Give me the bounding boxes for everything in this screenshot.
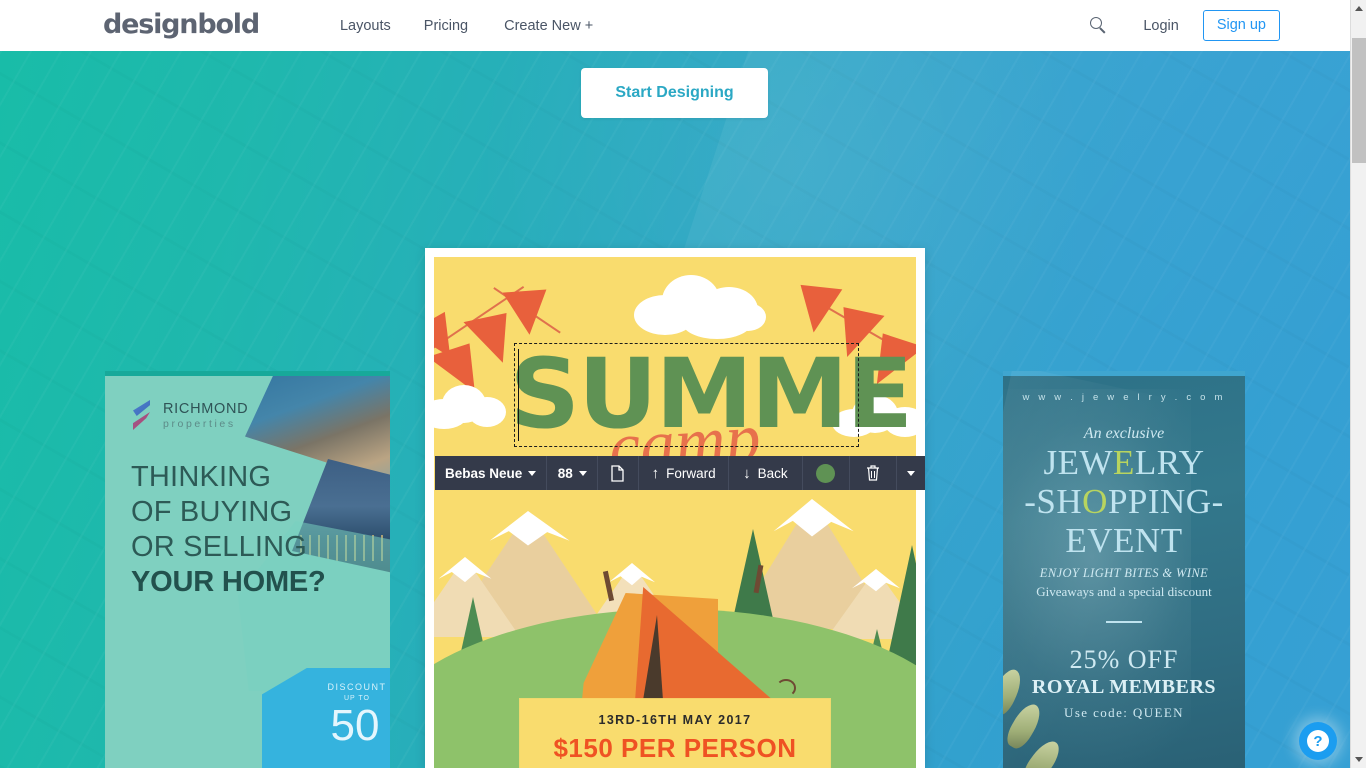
- text-caret: [518, 349, 520, 441]
- jewelry-offer-target: ROYAL MEMBERS: [1031, 675, 1217, 698]
- nav-link-layouts[interactable]: Layouts: [340, 18, 391, 34]
- template-card-richmond[interactable]: RICHMOND properties THINKING OF BUYING O…: [105, 371, 390, 768]
- bunting-flag: [502, 289, 550, 337]
- chevron-down-icon: [578, 470, 587, 476]
- jewelry-url: w w w . j e w e l r y . c o m: [1022, 392, 1226, 403]
- title-seg: LRY: [1134, 443, 1205, 482]
- scrollbar-up-arrow[interactable]: [1351, 0, 1366, 17]
- page-scrollbar[interactable]: [1350, 0, 1366, 768]
- question-mark-icon: ?: [1307, 730, 1329, 752]
- richmond-logo-sub: properties: [163, 417, 236, 430]
- richmond-logo-name: RICHMOND: [163, 400, 249, 417]
- start-designing-button[interactable]: Start Designing: [581, 68, 768, 118]
- color-swatch: [816, 463, 836, 483]
- jewelry-title-line-3: EVENT: [1065, 521, 1183, 560]
- jewelry-content: w w w . j e w e l r y . c o m An exclusi…: [1003, 371, 1245, 721]
- font-family-dropdown[interactable]: Bebas Neue: [435, 456, 548, 490]
- jewelry-offer: 25% OFF: [1069, 644, 1179, 674]
- card-top-bar: [105, 371, 390, 376]
- top-navigation-bar: designbold Layouts Pricing Create New + …: [0, 0, 1350, 51]
- chevron-down-icon: [906, 470, 915, 476]
- headline-line-4: YOUR HOME?: [131, 566, 326, 598]
- title-highlight: O: [1082, 482, 1108, 521]
- headline-line-3: OR SELLING: [131, 531, 308, 563]
- nav-right-group: Login Sign up: [1090, 0, 1280, 51]
- jewelry-sub-1: ENJOY LIGHT BITES & WINE: [1039, 566, 1209, 580]
- template-card-jewelry[interactable]: w w w . j e w e l r y . c o m An exclusi…: [1003, 371, 1245, 768]
- summer-poster[interactable]: camp SUMMER 13RD-16TH MAY 2017 $150 PER …: [434, 257, 916, 768]
- search-icon[interactable]: [1090, 17, 1107, 34]
- scrollbar-down-arrow[interactable]: [1351, 751, 1366, 768]
- scrollbar-thumb[interactable]: [1352, 38, 1366, 163]
- nav-link-pricing[interactable]: Pricing: [424, 18, 468, 34]
- poster-date: 13RD-16TH MAY 2017: [598, 713, 752, 727]
- forward-label: Forward: [666, 465, 716, 481]
- designbold-logo[interactable]: designbold: [103, 11, 260, 38]
- login-link[interactable]: Login: [1143, 18, 1178, 34]
- jewelry-eyebrow: An exclusive: [1083, 425, 1165, 442]
- arrow-down-icon: ↓: [743, 464, 751, 482]
- richmond-logo: RICHMOND properties: [131, 400, 248, 430]
- text-element-toolbar[interactable]: Bebas Neue 88 ↑ Forward ↓ Back: [435, 456, 925, 490]
- duplicate-icon: [611, 464, 624, 482]
- nav-link-create-new[interactable]: Create New +: [504, 18, 593, 34]
- signup-button[interactable]: Sign up: [1202, 10, 1280, 41]
- send-back-button[interactable]: ↓ Back: [729, 456, 803, 490]
- jewelry-title-line-1: JEWELRY: [1003, 443, 1245, 482]
- chevron-down-icon: [528, 470, 537, 476]
- poster-title-text[interactable]: SUMMER: [510, 342, 916, 447]
- text-color-button[interactable]: [803, 456, 850, 490]
- poster-price: $150 PER PERSON: [553, 733, 797, 763]
- trash-icon: [866, 465, 879, 481]
- font-size-dropdown[interactable]: 88: [547, 456, 599, 490]
- badge-line-1: DISCOUNT: [327, 682, 387, 692]
- headline-line-1: THINKING: [131, 461, 272, 493]
- jewelry-promo-code: Use code: QUEEN: [1064, 704, 1184, 720]
- bring-forward-button[interactable]: ↑ Forward: [639, 456, 729, 490]
- title-highlight: E: [1113, 443, 1135, 482]
- richmond-headline: THINKING OF BUYING OR SELLING YOUR HOME?: [131, 460, 326, 600]
- font-size-value: 88: [557, 465, 573, 481]
- jewelry-title-line-2: -SHOPPING-: [1003, 482, 1245, 521]
- bunting-flag: [795, 284, 843, 336]
- title-seg: -SH: [1024, 482, 1083, 521]
- title-seg: JEW: [1043, 443, 1114, 482]
- arrow-up-icon: ↑: [651, 464, 660, 482]
- font-family-value: Bebas Neue: [445, 465, 523, 481]
- headline-line-2: OF BUYING: [131, 496, 293, 528]
- richmond-logo-icon: [131, 400, 154, 430]
- delete-button[interactable]: [850, 456, 897, 490]
- title-seg: PPING-: [1107, 482, 1224, 521]
- design-editor-canvas[interactable]: camp SUMMER 13RD-16TH MAY 2017 $150 PER …: [425, 248, 925, 768]
- back-label: Back: [757, 465, 788, 481]
- jewelry-sub-2: Giveaways and a special discount: [1036, 584, 1212, 599]
- help-button[interactable]: ?: [1299, 722, 1337, 760]
- jewelry-divider: [1106, 621, 1142, 623]
- duplicate-button[interactable]: [598, 456, 640, 490]
- badge-value: 50: [330, 701, 380, 750]
- more-options-button[interactable]: [897, 456, 925, 490]
- poster-banner: 13RD-16TH MAY 2017 $150 PER PERSON: [520, 699, 830, 768]
